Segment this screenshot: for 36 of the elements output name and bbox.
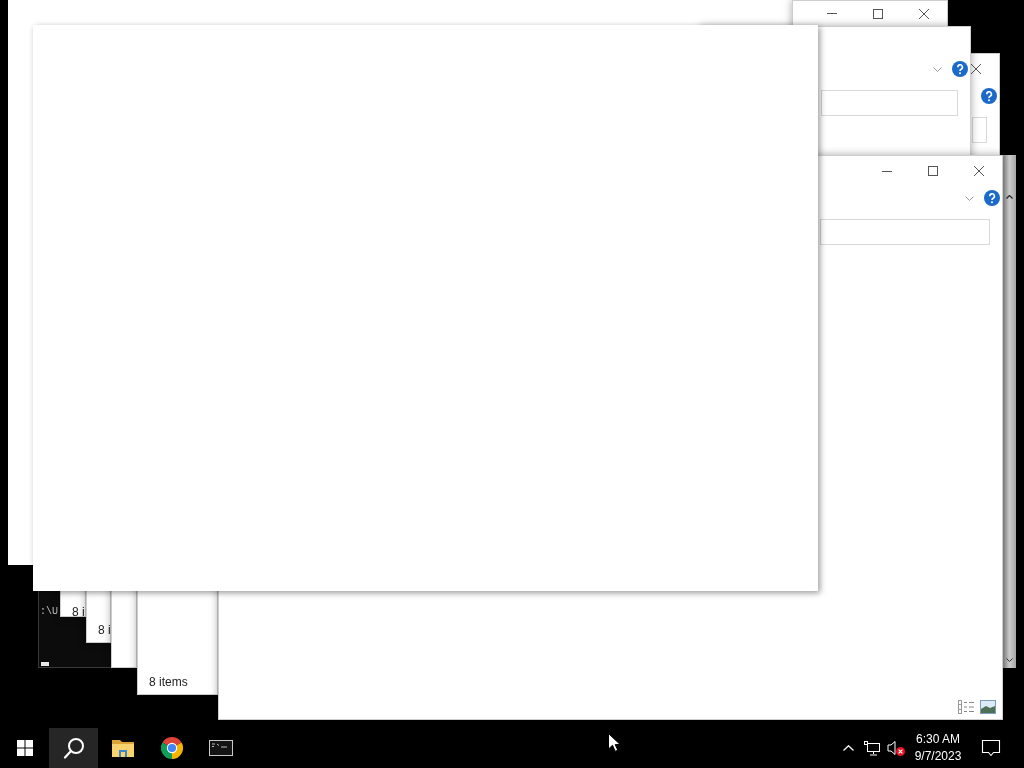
windows-logo-icon (16, 740, 33, 756)
help-icon[interactable] (952, 61, 968, 77)
maximize-icon[interactable] (928, 166, 938, 176)
mouse-pointer-icon (608, 733, 621, 752)
status-text: 8 items (149, 675, 188, 689)
notification-icon[interactable] (981, 739, 1001, 757)
caret-up-icon[interactable] (1006, 195, 1013, 199)
network-icon[interactable] (864, 740, 880, 756)
close-icon[interactable] (974, 166, 984, 176)
close-icon[interactable] (919, 8, 929, 19)
clock-button[interactable]: 6:30 AM 9/7/2023 (908, 731, 968, 765)
status-text: 8 i (98, 623, 111, 637)
chevron-up-icon[interactable] (842, 745, 854, 751)
input-field[interactable] (821, 90, 958, 116)
input-field[interactable] (972, 117, 987, 143)
help-icon[interactable] (984, 190, 1000, 206)
minimize-icon[interactable] (882, 170, 892, 172)
status-text: 8 i (72, 605, 85, 619)
text-cursor-icon (41, 662, 49, 666)
terminal-icon (208, 740, 233, 756)
maximize-icon[interactable] (873, 8, 883, 19)
search-button[interactable] (49, 728, 98, 768)
search-icon (62, 737, 85, 759)
folder-icon (111, 739, 134, 757)
browser-icon (160, 737, 183, 759)
input-field[interactable] (820, 219, 990, 245)
list-view-icon[interactable] (958, 700, 974, 714)
chevron-down-icon[interactable] (933, 66, 942, 72)
chevron-down-icon[interactable] (965, 195, 974, 201)
help-icon[interactable] (981, 88, 997, 104)
scrollbar[interactable] (1003, 155, 1016, 668)
console-text: :\U (40, 606, 58, 618)
close-icon[interactable] (971, 64, 981, 74)
caret-down-icon[interactable] (1006, 658, 1013, 662)
volume-muted-icon[interactable] (887, 740, 905, 756)
thumbnail-view-icon[interactable] (980, 700, 996, 714)
